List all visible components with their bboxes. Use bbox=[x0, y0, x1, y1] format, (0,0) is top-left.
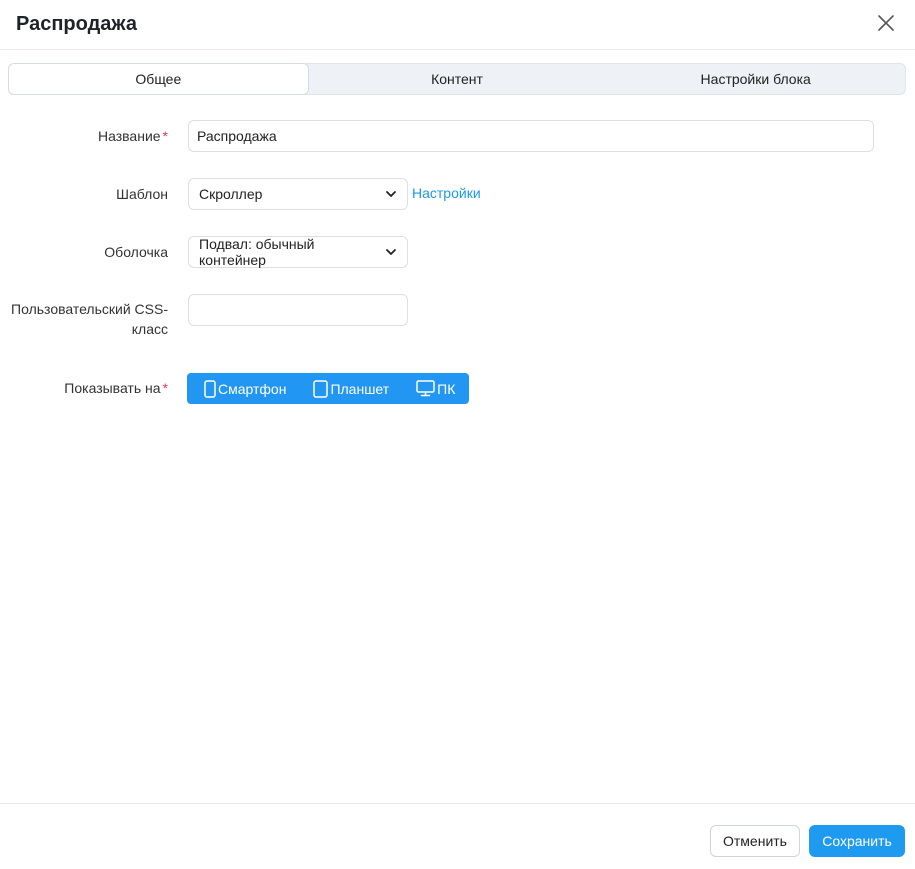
close-button[interactable] bbox=[875, 12, 897, 34]
close-icon bbox=[878, 15, 894, 31]
css-class-label: Пользовательский CSS- класс bbox=[11, 301, 168, 337]
dialog-footer: Отменить Сохранить bbox=[0, 803, 915, 869]
cancel-button[interactable]: Отменить bbox=[710, 825, 800, 857]
template-select-value: Скроллер bbox=[199, 186, 263, 202]
css-class-input[interactable] bbox=[188, 294, 408, 326]
template-select[interactable]: Скроллер bbox=[188, 178, 408, 210]
required-mark: * bbox=[162, 128, 168, 144]
desktop-icon bbox=[416, 380, 435, 397]
dialog-title: Распродажа bbox=[16, 13, 137, 35]
tab-content[interactable]: Контент bbox=[308, 64, 607, 94]
save-button[interactable]: Сохранить bbox=[809, 825, 905, 857]
wrapper-select[interactable]: Подвал: обычный контейнер bbox=[188, 236, 408, 268]
tab-general[interactable]: Общее bbox=[9, 64, 308, 94]
wrapper-select-value: Подвал: обычный контейнер bbox=[199, 236, 315, 268]
device-toggle-group: Смартфон Планшет ПК bbox=[187, 373, 469, 404]
template-label: Шаблон bbox=[116, 186, 168, 202]
wrapper-label: Оболочка bbox=[104, 244, 168, 260]
show-on-label: Показывать на * bbox=[64, 380, 168, 396]
required-mark: * bbox=[162, 380, 168, 396]
tab-bar: Общее Контент Настройки блока bbox=[8, 63, 906, 95]
dialog-header: Распродажа bbox=[0, 0, 915, 50]
device-desktop-button[interactable]: ПК bbox=[416, 380, 455, 397]
chevron-down-icon bbox=[386, 249, 396, 255]
chevron-down-icon bbox=[386, 191, 396, 197]
template-settings-link[interactable]: Настройки bbox=[412, 185, 481, 201]
name-input[interactable] bbox=[188, 120, 874, 152]
tablet-icon bbox=[313, 379, 329, 398]
name-label: Название * bbox=[97, 128, 168, 144]
device-tablet-button[interactable]: Планшет bbox=[313, 379, 389, 398]
tab-block-settings[interactable]: Настройки блока bbox=[606, 64, 905, 94]
smartphone-icon bbox=[204, 379, 216, 398]
device-smartphone-button[interactable]: Смартфон bbox=[204, 379, 286, 398]
